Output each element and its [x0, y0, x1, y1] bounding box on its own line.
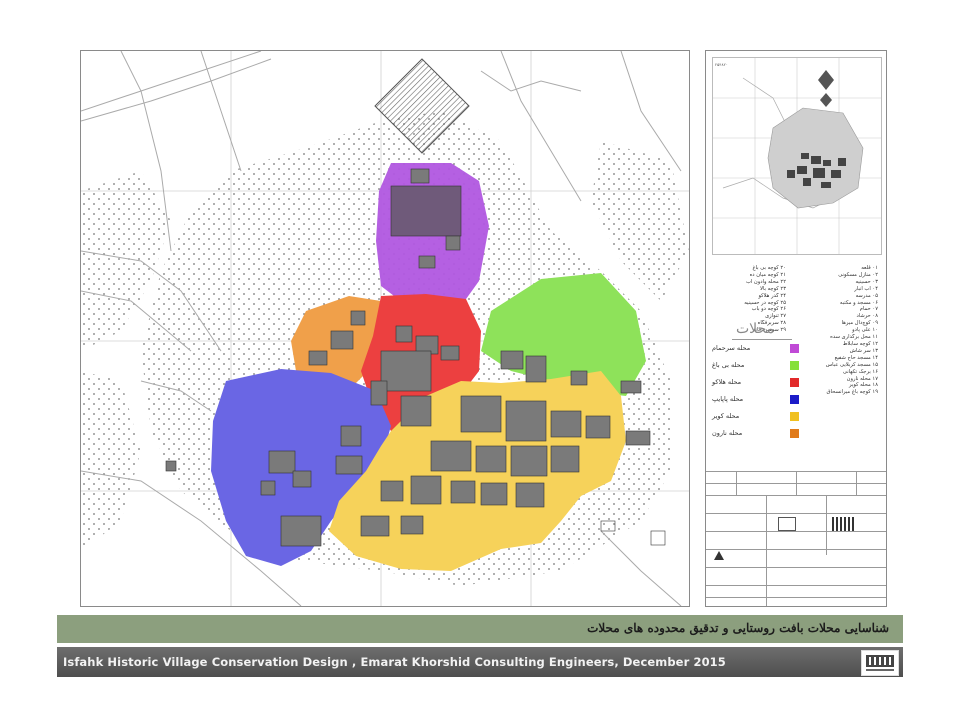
north-arrow-icon [714, 551, 724, 560]
title-banner: شناسایی محلات بافت روستایی و تدقیق محدود… [57, 615, 903, 643]
legend-title-divider [732, 339, 792, 340]
landmark-item: ۲۶ کوچه دو باب [751, 306, 786, 313]
landmark-item: ۲۵ کوچه در حسینیه [744, 299, 786, 306]
info-panel: ۲۵۴۸۲۰ ۰۱ قلعه ۰۲ منازل مسکونی ۰۳ حسینیه… [705, 50, 887, 607]
legend-item: محله کویر [712, 411, 866, 423]
landmark-item: ۲۱ کوچه میان ده [749, 271, 786, 278]
landmark-item: ۱۰ علی پادو [852, 327, 878, 334]
footer-bar: Isfahk Historic Village Conservation Des… [57, 647, 903, 677]
legend-swatch [790, 429, 799, 438]
svg-text:۲۵۴۸۲۰: ۲۵۴۸۲۰ [715, 62, 728, 67]
landmark-item: ۲۲ محله وادون آب [745, 278, 786, 285]
landmark-item: ۰۵ مدرسه [855, 292, 878, 299]
landmark-item: ۰۹ کوچ‌دال میرها [841, 320, 878, 327]
landmark-item: ۲۰ کوچه بی باغ [752, 265, 786, 271]
company-logo-icon [832, 517, 854, 531]
legend-swatch [790, 412, 799, 421]
legend-label: محله بی باغ [712, 361, 745, 369]
landmark-item: ۲۴ گذر هلاکو [758, 292, 786, 299]
legend-item: محله بی باغ [712, 360, 866, 372]
legend-swatch [790, 361, 799, 370]
legend-item: محله نارون [712, 428, 866, 440]
landmark-item: ۰۲ منازل مسکونی [838, 271, 878, 278]
map-frame[interactable] [80, 50, 690, 607]
landmark-item: ۰۸ حرشاد [856, 313, 878, 320]
legend-title: محلات [736, 321, 775, 337]
legend-label: محله نارون [712, 429, 743, 437]
banner-title: شناسایی محلات بافت روستایی و تدقیق محدود… [587, 621, 889, 635]
legend-item: محله هلاکو [712, 377, 866, 389]
title-block-stamp-icon [778, 517, 796, 531]
landmark-item: ۰۳ حسینیه [855, 278, 878, 285]
legend-label: محله کویر [712, 412, 740, 420]
legend-swatch [790, 344, 799, 353]
landmark-item: ۰۷ حمام [859, 306, 878, 313]
legend-item: محله سرحمام [712, 343, 866, 355]
legend-label: محله پاپایپ [712, 395, 744, 403]
landmark-item: ۲۷ ثنوازی [765, 313, 786, 320]
footer-credit: Isfahk Historic Village Conservation Des… [63, 655, 726, 669]
key-map: ۲۵۴۸۲۰ [712, 57, 882, 255]
landmark-item: ۰۶ مسجد و مکتبه [839, 299, 878, 306]
village-map[interactable] [81, 51, 689, 606]
landmark-item: ۰۴ آب انبار [854, 285, 878, 292]
landmark-item: ۲۳ کوچه بالا [760, 285, 786, 292]
company-logo-icon [861, 650, 899, 676]
landmark-item: ۰۱ قلعه [861, 265, 878, 271]
landmark-item: ۱۱ محل برگذاری سده [830, 334, 878, 341]
legend-label: محله هلاکو [712, 378, 742, 386]
legend-swatch [790, 395, 799, 404]
legend-label: محله سرحمام [712, 344, 751, 352]
legend-swatch [790, 378, 799, 387]
legend-item: محله پاپایپ [712, 394, 866, 406]
